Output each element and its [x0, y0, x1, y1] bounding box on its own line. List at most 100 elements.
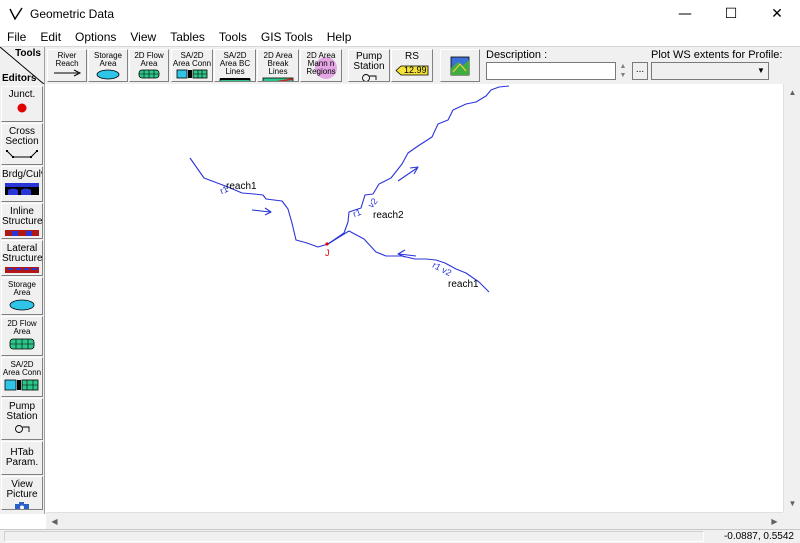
- river-station-icon: 12.99: [395, 65, 429, 76]
- menu-tools[interactable]: Tools: [212, 28, 254, 46]
- connection-icon: [176, 69, 208, 79]
- menu-bar: File Edit Options View Tables Tools GIS …: [0, 28, 800, 46]
- lateral-structure-editor-button[interactable]: Lateral Structure: [1, 240, 43, 276]
- junction-label: J: [325, 248, 330, 258]
- window-title: Geometric Data: [30, 7, 115, 21]
- status-coordinates: -0.0887, 0.5542: [723, 531, 794, 542]
- vertical-scrollbar[interactable]: ▲ ▼: [783, 84, 800, 512]
- sa-2d-area-conn-button[interactable]: SA/2D Area Conn: [171, 49, 213, 82]
- inline-structure-editor-button[interactable]: Inline Structure: [1, 203, 43, 239]
- bridge-icon: [5, 183, 39, 195]
- description-more-button[interactable]: ...: [632, 62, 648, 80]
- cross-section-editor-button[interactable]: Cross Section: [1, 123, 43, 165]
- menu-edit[interactable]: Edit: [33, 28, 68, 46]
- bridge-culvert-editor-label: Brdg/Culv: [2, 169, 43, 180]
- 2d-area-mann-n-regions-button[interactable]: 2D Area Mann n Regions: [300, 49, 342, 82]
- inline-structure-editor-label: Inline Structure: [2, 206, 43, 227]
- description-label: Description :: [486, 49, 548, 61]
- 2d-flow-area-editor-button[interactable]: 2D Flow Area: [1, 316, 43, 356]
- sa-2d-area-bc-lines-button[interactable]: SA/2D Area BC Lines: [214, 49, 256, 82]
- cross-section-editor-label: Cross Section: [5, 126, 39, 147]
- junction-icon: [17, 103, 27, 113]
- junction-editor-label: Junct.: [8, 89, 36, 100]
- htab-param-editor-button[interactable]: HTab Param.: [1, 441, 43, 475]
- flow-arrow-reach2: [397, 166, 419, 182]
- 2d-area-break-lines-button[interactable]: 2D Area Break Lines: [257, 49, 299, 82]
- bridge-culvert-editor-button[interactable]: Brdg/Culv: [1, 166, 43, 202]
- description-input[interactable]: [486, 62, 616, 80]
- sa-2d-area-conn-label: SA/2D Area Conn: [172, 51, 212, 68]
- flow-arrow-upper: [251, 207, 272, 216]
- pump-station-editor-label: Pump Station: [6, 401, 38, 422]
- grid-icon: [138, 69, 160, 79]
- pump-station-editor-button[interactable]: Pump Station: [1, 398, 43, 440]
- menu-view[interactable]: View: [123, 28, 163, 46]
- pump-station-button[interactable]: Pump Station: [348, 49, 390, 82]
- junction-editor-button[interactable]: Junct.: [1, 86, 43, 122]
- reach-label-reach2: reach2: [373, 210, 404, 221]
- storage-area-icon: [9, 299, 35, 311]
- cross-section-icon: [6, 150, 38, 158]
- status-message-area: [4, 531, 704, 542]
- storage-area-editor-button[interactable]: Storage Area: [1, 277, 43, 315]
- status-bar: -0.0887, 0.5542: [0, 529, 800, 543]
- gis-map-icon: [450, 56, 470, 76]
- lateral-structure-icon: [5, 267, 39, 273]
- horizontal-scrollbar[interactable]: ◀ ▶: [46, 512, 783, 529]
- scrollbar-corner: [783, 512, 800, 529]
- menu-gis-tools[interactable]: GIS Tools: [254, 28, 320, 46]
- minimize-button[interactable]: —: [662, 0, 708, 28]
- storage-area-label: Storage Area: [93, 51, 123, 68]
- 2d-area-mann-n-regions-label: 2D Area Mann n Regions: [306, 51, 336, 76]
- profile-label: Plot WS extents for Profile:: [651, 49, 783, 61]
- gis-map-button[interactable]: [440, 49, 480, 82]
- connection-icon: [4, 379, 39, 391]
- scroll-right-icon[interactable]: ▶: [766, 513, 783, 530]
- storage-area-icon: [96, 69, 120, 80]
- storage-area-editor-label: Storage Area: [7, 280, 37, 297]
- reach2-line: [327, 85, 510, 245]
- scroll-up-icon[interactable]: ▲: [784, 84, 800, 101]
- river-station-label: RS: [405, 51, 419, 62]
- river-station-button[interactable]: RS 12.99: [391, 49, 433, 82]
- sa-2d-area-bc-lines-label: SA/2D Area BC Lines: [219, 51, 251, 76]
- 2d-area-break-lines-label: 2D Area Break Lines: [263, 51, 293, 76]
- tools-editors-corner: Tools Editors: [0, 47, 45, 85]
- pump-icon: [362, 74, 377, 81]
- chevron-down-icon: ▼: [757, 66, 765, 75]
- scroll-left-icon[interactable]: ◀: [46, 513, 63, 530]
- schematic-canvas[interactable]: reach1 reach2 reach1 r1 r1 v2 r1 v2 J: [46, 84, 783, 512]
- view-picture-editor-label: View Picture: [6, 479, 38, 500]
- 2d-flow-area-label: 2D Flow Area: [134, 51, 164, 68]
- profile-select[interactable]: ▼: [651, 62, 769, 80]
- river-reach-button[interactable]: River Reach: [47, 49, 87, 82]
- river-schematic: [189, 85, 510, 293]
- scroll-down-icon[interactable]: ▼: [784, 495, 800, 512]
- sa-2d-area-conn-editor-button[interactable]: SA/2D Area Conn: [1, 357, 43, 397]
- app-icon: [9, 7, 23, 21]
- storage-area-button[interactable]: Storage Area: [88, 49, 128, 82]
- junction-marker: [325, 242, 329, 246]
- 2d-flow-area-editor-label: 2D Flow Area: [7, 319, 37, 336]
- reach-label-reach1-upper: reach1: [226, 181, 257, 192]
- river-station-value: 12.99: [404, 65, 427, 75]
- toolbar: Tools Editors River Reach Storage Area 2…: [0, 46, 800, 85]
- menu-options[interactable]: Options: [68, 28, 123, 46]
- lateral-structure-editor-label: Lateral Structure: [2, 243, 43, 264]
- maximize-button[interactable]: ☐: [708, 0, 754, 28]
- 2d-flow-area-button[interactable]: 2D Flow Area: [129, 49, 169, 82]
- inline-structure-icon: [5, 230, 39, 236]
- pump-station-label: Pump Station: [353, 51, 385, 72]
- view-picture-editor-button[interactable]: View Picture: [1, 476, 43, 510]
- menu-file[interactable]: File: [0, 28, 33, 46]
- tools-label: Tools: [15, 48, 41, 59]
- sa-2d-area-conn-editor-label: SA/2D Area Conn: [2, 360, 42, 377]
- editors-panel: Junct. Cross Section Brdg/Culv Inline St…: [0, 84, 45, 514]
- menu-tables[interactable]: Tables: [163, 28, 212, 46]
- description-spinner[interactable]: ▲ ▼: [618, 62, 628, 80]
- reach1-upper-line: [189, 157, 329, 248]
- bc-lines-icon: [219, 78, 251, 81]
- close-button[interactable]: ✕: [754, 0, 800, 28]
- menu-help[interactable]: Help: [320, 28, 359, 46]
- river-reach-label: River Reach: [55, 51, 79, 68]
